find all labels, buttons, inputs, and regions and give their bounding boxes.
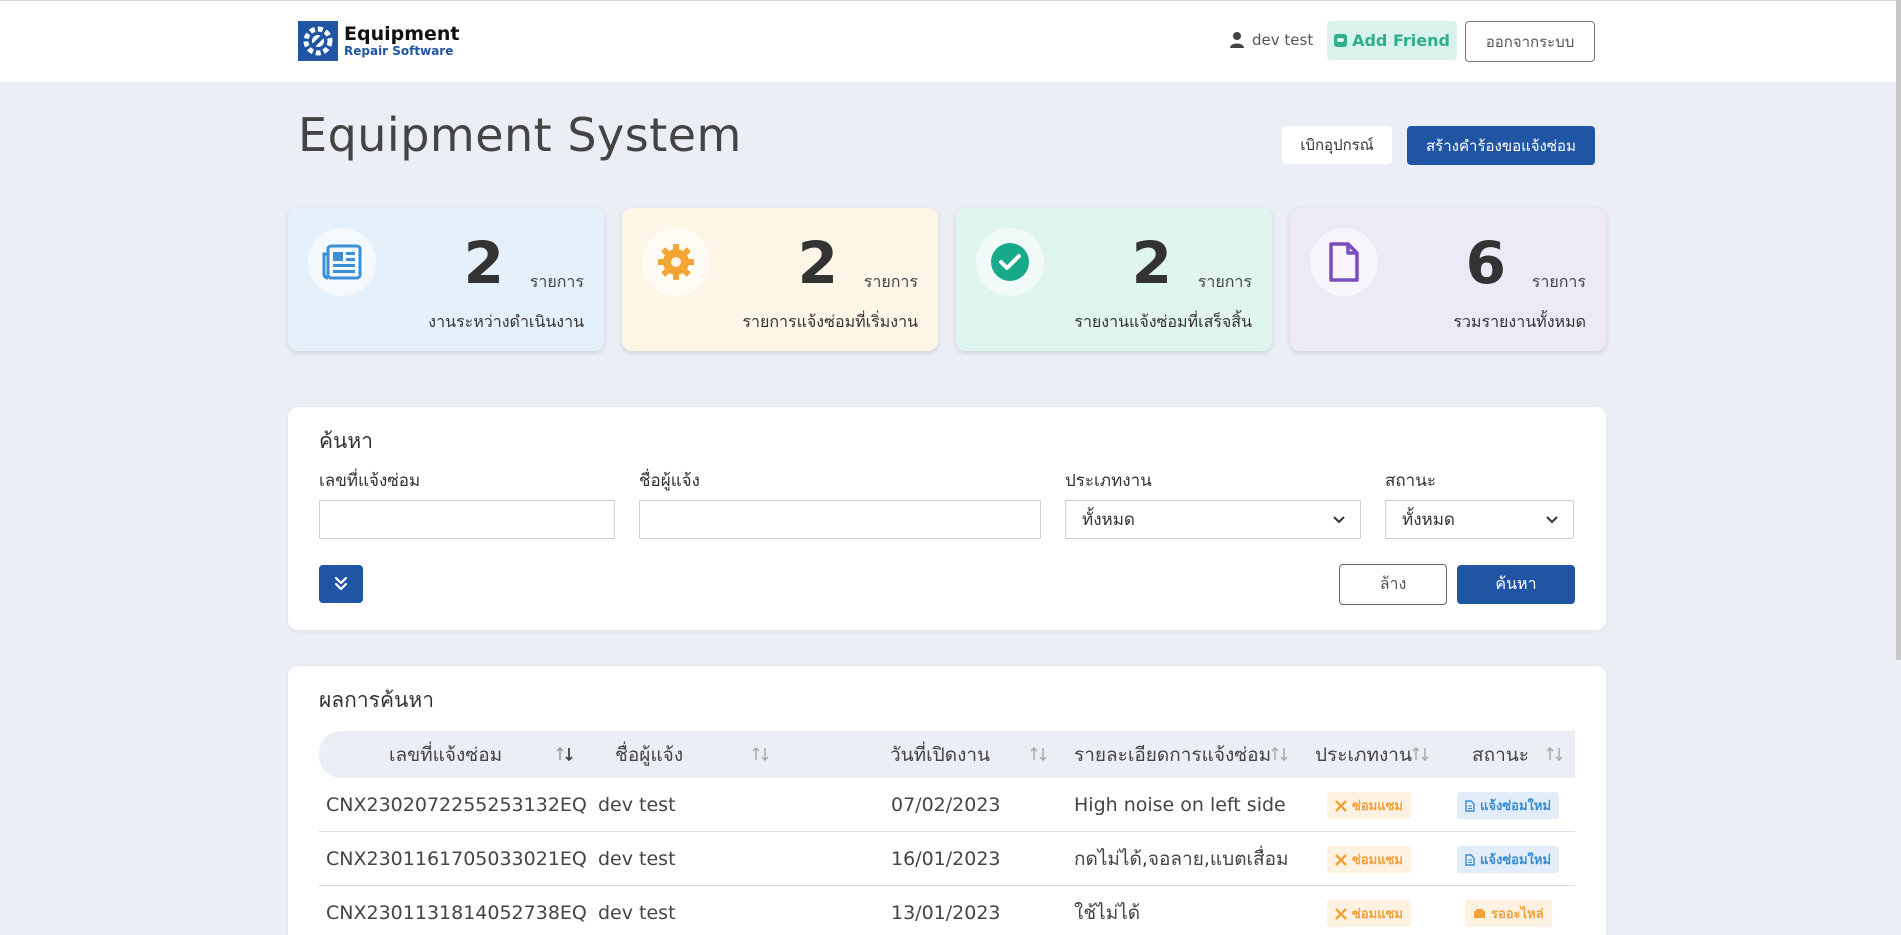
search-button[interactable]: ค้นหา [1457, 565, 1575, 604]
user-name: dev test [1252, 31, 1314, 49]
column-header-job-type[interactable]: ประเภทงาน [1315, 731, 1412, 778]
tools-icon [1335, 907, 1347, 920]
cell-detail: กดไม่ได้,จอลาย,แบตเสื่อม [1074, 848, 1289, 870]
stat-unit: รายการ [863, 272, 918, 291]
line-chat-icon [1334, 34, 1348, 47]
status-label: สถานะ [1385, 471, 1436, 491]
stat-card-total[interactable]: 6 รายการ รวมรายงานทั้งหมด [1290, 208, 1606, 351]
stat-label: รายการแจ้งซ่อมที่เริ่มงาน [742, 312, 918, 331]
user-icon [1230, 32, 1244, 48]
box-icon [1474, 909, 1485, 918]
cell-repair-no[interactable]: CNX2301161705033021EQ [326, 832, 587, 886]
cell-reporter: dev test [598, 902, 676, 924]
status-badge: แจ้งซ่อมใหม่ [1457, 792, 1560, 819]
cell-date: 07/02/2023 [891, 794, 1001, 816]
status-badge: รออะไหล่ [1465, 900, 1552, 927]
logo-title: Equipment [344, 22, 460, 45]
cell-detail: ใช้ไม่ได้ [1074, 902, 1141, 924]
cell-date: 16/01/2023 [891, 848, 1001, 870]
reporter-label: ชื่อผู้แจ้ง [639, 471, 700, 491]
logo-subtitle: Repair Software [344, 43, 454, 58]
stat-label: งานระหว่างดำเนินงาน [428, 312, 584, 331]
column-header-repair-no[interactable]: เลขที่แจ้งซ่อม [389, 731, 502, 778]
table-header: เลขที่แจ้งซ่อม ชื่อผู้แจ้ง วันที่เปิดงาน… [319, 731, 1575, 778]
search-panel: ค้นหา เลขที่แจ้งซ่อม ชื่อผู้แจ้ง ประเภทง… [288, 407, 1606, 630]
cell-repair-no[interactable]: CNX2301131814052738EQ [326, 886, 587, 935]
stat-unit: รายการ [1197, 272, 1252, 291]
type-badge: ซ่อมแซม [1327, 846, 1411, 873]
repair-no-input[interactable] [319, 500, 615, 539]
logout-button[interactable]: ออกจากระบบ [1465, 21, 1595, 62]
newspaper-icon [308, 228, 376, 296]
user-menu[interactable]: dev test [1230, 31, 1313, 49]
type-badge: ซ่อมแซม [1327, 792, 1411, 819]
sort-icon[interactable] [1271, 746, 1289, 762]
tools-icon [1335, 853, 1347, 866]
app-logo[interactable]: Equipment Repair Software [298, 21, 460, 61]
status-badge: แจ้งซ่อมใหม่ [1457, 846, 1560, 873]
stat-label: รายงานแจ้งซ่อมที่เสร็จสิ้น [1074, 312, 1252, 331]
clear-button[interactable]: ล้าง [1339, 564, 1447, 605]
tools-icon [1335, 799, 1347, 812]
column-header-status[interactable]: สถานะ [1472, 731, 1529, 778]
sort-icon[interactable] [752, 746, 770, 762]
add-friend-label: Add Friend [1352, 31, 1450, 50]
reporter-input[interactable] [639, 500, 1041, 539]
expand-filters-button[interactable] [319, 565, 363, 603]
borrow-equipment-button[interactable]: เบิกอุปกรณ์ [1282, 126, 1392, 164]
type-badge: ซ่อมแซม [1327, 900, 1411, 927]
file-icon [1465, 799, 1475, 812]
cell-reporter: dev test [598, 794, 676, 816]
column-header-open-date[interactable]: วันที่เปิดงาน [890, 731, 990, 778]
cell-reporter: dev test [598, 848, 676, 870]
stat-card-started[interactable]: 2 รายการ รายการแจ้งซ่อมที่เริ่มงาน [622, 208, 938, 351]
stat-unit: รายการ [529, 272, 584, 291]
job-type-value: ทั้งหมด [1082, 510, 1135, 530]
cell-detail: High noise on left side [1074, 794, 1286, 816]
gear-icon [642, 228, 710, 296]
results-panel: ผลการค้นหา เลขที่แจ้งซ่อม ชื่อผู้แจ้ง วั… [288, 666, 1606, 935]
job-type-select[interactable]: ทั้งหมด [1065, 500, 1361, 539]
stat-unit: รายการ [1531, 272, 1586, 291]
sort-icon[interactable] [1546, 746, 1564, 762]
add-friend-button[interactable]: Add Friend [1327, 21, 1457, 60]
sort-icon[interactable] [1412, 746, 1430, 762]
stat-count: 6 [1465, 229, 1506, 297]
job-type-label: ประเภทงาน [1065, 471, 1152, 491]
chevron-down-icon [1333, 516, 1345, 524]
check-circle-icon [976, 228, 1044, 296]
stat-card-completed[interactable]: 2 รายการ รายงานแจ้งซ่อมที่เสร็จสิ้น [956, 208, 1272, 351]
stat-count: 2 [1131, 229, 1172, 297]
stat-card-in-progress[interactable]: 2 รายการ งานระหว่างดำเนินงาน [288, 208, 604, 351]
file-icon [1465, 853, 1475, 866]
repair-no-label: เลขที่แจ้งซ่อม [319, 471, 421, 491]
column-header-reporter[interactable]: ชื่อผู้แจ้ง [615, 731, 683, 778]
column-header-detail[interactable]: รายละเอียดการแจ้งซ่อม [1074, 731, 1271, 778]
stat-count: 2 [463, 229, 504, 297]
results-title: ผลการค้นหา [319, 688, 434, 712]
page-scrollbar[interactable] [1896, 0, 1901, 660]
file-icon [1310, 228, 1378, 296]
double-chevron-down-icon [334, 576, 348, 591]
top-navbar: Equipment Repair Software dev test Add F… [0, 0, 1901, 82]
status-value: ทั้งหมด [1402, 510, 1455, 530]
cell-repair-no[interactable]: CNX2302072255253132EQ [326, 778, 587, 832]
chevron-down-icon [1546, 516, 1558, 524]
table-row[interactable]: CNX2302072255253132EQ dev test 07/02/202… [319, 778, 1575, 832]
table-row[interactable]: CNX2301131814052738EQ dev test 13/01/202… [319, 886, 1575, 935]
sort-icon[interactable] [1030, 746, 1048, 762]
create-repair-request-button[interactable]: สร้างคำร้องขอแจ้งซ่อม [1407, 126, 1595, 165]
stat-count: 2 [797, 229, 838, 297]
sort-icon[interactable] [556, 746, 574, 762]
wrench-gear-logo-icon [298, 21, 338, 61]
status-select[interactable]: ทั้งหมด [1385, 500, 1574, 539]
cell-date: 13/01/2023 [891, 902, 1001, 924]
page-title: Equipment System [298, 108, 742, 162]
table-row[interactable]: CNX2301161705033021EQ dev test 16/01/202… [319, 832, 1575, 886]
search-title: ค้นหา [319, 429, 374, 453]
stat-label: รวมรายงานทั้งหมด [1453, 312, 1586, 331]
